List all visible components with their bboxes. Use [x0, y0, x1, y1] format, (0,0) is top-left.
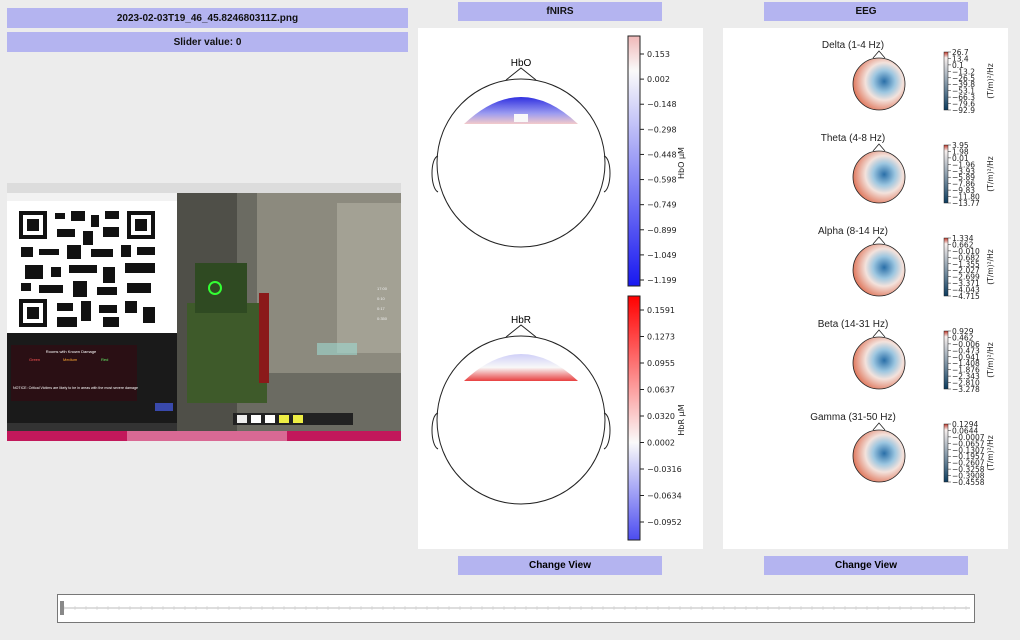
hbr-head — [431, 324, 611, 505]
eeg-nose — [872, 236, 886, 245]
hbo-head — [431, 67, 611, 248]
hbo-title: HbO — [511, 58, 532, 69]
eeg-nose — [872, 329, 886, 338]
eeg-band: Theta (4-8 Hz)3.951.980.01−1.96−3.93−5.8… — [821, 133, 995, 208]
eeg-header: EEG — [764, 2, 968, 21]
time-slider-track — [60, 601, 970, 615]
hbr-tick-label: −0.0316 — [647, 465, 682, 474]
hbo-unit: HbO μM — [677, 147, 686, 179]
eeg-band: Delta (1-4 Hz)26.713.40.1−13.2−26.5−39.8… — [822, 40, 995, 115]
eeg-band-title: Gamma (31-50 Hz) — [810, 412, 896, 423]
hbr-tick-label: 0.1273 — [647, 333, 675, 342]
hbr-title: HbR — [511, 315, 531, 326]
eeg-band-title: Alpha (8-14 Hz) — [818, 226, 888, 237]
eeg-nose — [872, 50, 886, 59]
hud-value-2: 0:10 — [377, 296, 386, 301]
hbo-tick-label: −0.148 — [647, 100, 677, 109]
hbr-tick-label: 0.0002 — [647, 439, 675, 448]
filename-bar: 2023-02-03T19_46_45.824680311Z.png — [7, 8, 408, 28]
hud-value-3: 0:17 — [377, 306, 386, 311]
eeg-band: Gamma (31-50 Hz)0.12940.0644−0.0007−0.06… — [810, 412, 995, 487]
fnirs-change-view-label: Change View — [528, 560, 592, 571]
eeg-head-map — [852, 429, 906, 483]
eeg-panel: Delta (1-4 Hz) 26.7 13.4 0.1 −13.2 −26.5 −39.8… — [723, 28, 1008, 549]
fnirs-title: fNIRS — [546, 6, 574, 17]
eeg-head-map — [852, 243, 906, 297]
fnirs-plots: HbO 0.153 0.002 −0.148 −0.298 −0.448 −0.598 −0… — [431, 35, 686, 541]
hud-value-4: 0:350 — [377, 316, 388, 321]
popup-col-green: Green — [29, 357, 40, 362]
popup-col-red: Red — [101, 357, 108, 362]
hbo-tick-label: −0.448 — [647, 150, 677, 159]
eeg-tick-label: −13.77 — [952, 199, 980, 208]
hbo-tick-label: −1.049 — [647, 251, 677, 260]
slider-handle[interactable] — [60, 601, 64, 615]
hbo-tick-label: −0.298 — [647, 125, 677, 134]
hbr-tick-label: −0.0952 — [647, 518, 682, 527]
hbr-colorbar-ticks: 0.1591 0.1273 0.0955 0.0637 0.0320 0.0002 −0.0… — [640, 306, 682, 527]
hbr-colorbar — [627, 295, 641, 541]
hbo-tick-label: −0.899 — [647, 226, 677, 235]
eeg-unit: (T/m)²/Hz — [986, 156, 995, 191]
eeg-unit: (T/m)²/Hz — [986, 249, 995, 284]
eeg-unit: (T/m)²/Hz — [986, 63, 995, 98]
eeg-head-map — [852, 150, 906, 204]
slider-value-label: Slider value: 0 — [173, 36, 242, 48]
popup-col-medium: Medium — [63, 357, 78, 362]
slider-value-bar: Slider value: 0 — [7, 32, 408, 52]
eeg-title: EEG — [855, 6, 877, 17]
eeg-colorbar — [943, 423, 949, 483]
game-screenshot: Rooms with Known Damage Green Medium Red… — [7, 183, 401, 441]
hbo-colorbar — [627, 35, 641, 287]
hbo-tick-label: 0.153 — [647, 50, 670, 59]
hbr-unit: HbR μM — [677, 404, 686, 435]
hbo-tick-label: 0.002 — [647, 75, 670, 84]
filename-label: 2023-02-03T19_46_45.824680311Z.png — [116, 12, 299, 24]
hbr-tick-label: 0.0955 — [647, 359, 675, 368]
eeg-band-title: Delta (1-4 Hz) — [822, 40, 884, 51]
eeg-change-view-label: Change View — [834, 560, 898, 571]
eeg-colorbar — [943, 330, 949, 390]
hud-value-1: 17:00 — [377, 286, 388, 291]
eeg-band-title: Beta (14-31 Hz) — [818, 319, 889, 330]
eeg-change-view-button[interactable]: Change View — [764, 556, 968, 575]
fnirs-panel: HbO 0.153 0.002 −0.148 −0.298 −0.448 −0.598 −0… — [418, 28, 703, 549]
game-screenshot-image: Rooms with Known Damage Green Medium Red… — [7, 183, 401, 441]
eeg-topomaps: Delta (1-4 Hz)26.713.40.1−13.2−26.5−39.8… — [810, 40, 995, 487]
fnirs-header: fNIRS — [458, 2, 662, 21]
hbr-tick-label: −0.0634 — [647, 492, 682, 501]
hbr-tick-label: 0.0637 — [647, 386, 675, 395]
eeg-nose — [872, 143, 886, 152]
popup-title: Rooms with Known Damage — [46, 349, 97, 354]
eeg-tick-label: −4.715 — [952, 292, 980, 301]
eeg-head-map — [852, 336, 906, 390]
eeg-band: Alpha (8-14 Hz)1.3340.662−0.010−0.682−1.… — [818, 226, 995, 301]
eeg-nose — [872, 422, 886, 431]
hbr-tick-label: 0.1591 — [647, 306, 675, 315]
hbo-tick-label: −1.199 — [647, 276, 677, 285]
eeg-head-map — [852, 57, 906, 111]
fnirs-change-view-button[interactable]: Change View — [458, 556, 662, 575]
eeg-tick-label: −0.4558 — [952, 478, 985, 487]
time-slider[interactable] — [57, 594, 975, 623]
hbo-colorbar-ticks: 0.153 0.002 −0.148 −0.298 −0.448 −0.598 −0.749… — [640, 50, 677, 285]
hbo-tick-label: −0.598 — [647, 176, 677, 185]
hbr-tick-label: 0.0320 — [647, 412, 675, 421]
eeg-band-title: Theta (4-8 Hz) — [821, 133, 885, 144]
eeg-colorbar — [943, 51, 949, 111]
eeg-unit: (T/m)²/Hz — [986, 342, 995, 377]
eeg-colorbar — [943, 237, 949, 297]
popup-notice: NOTICE: Critical Victims are likely to b… — [13, 386, 138, 390]
eeg-colorbar — [943, 144, 949, 204]
eeg-unit: (T/m)²/Hz — [986, 435, 995, 470]
eeg-band: Beta (14-31 Hz)0.9290.462−0.006−0.473−0.… — [818, 319, 995, 394]
hbo-tick-label: −0.749 — [647, 201, 677, 210]
eeg-tick-label: −3.278 — [952, 385, 980, 394]
eeg-tick-label: −92.9 — [952, 106, 975, 115]
